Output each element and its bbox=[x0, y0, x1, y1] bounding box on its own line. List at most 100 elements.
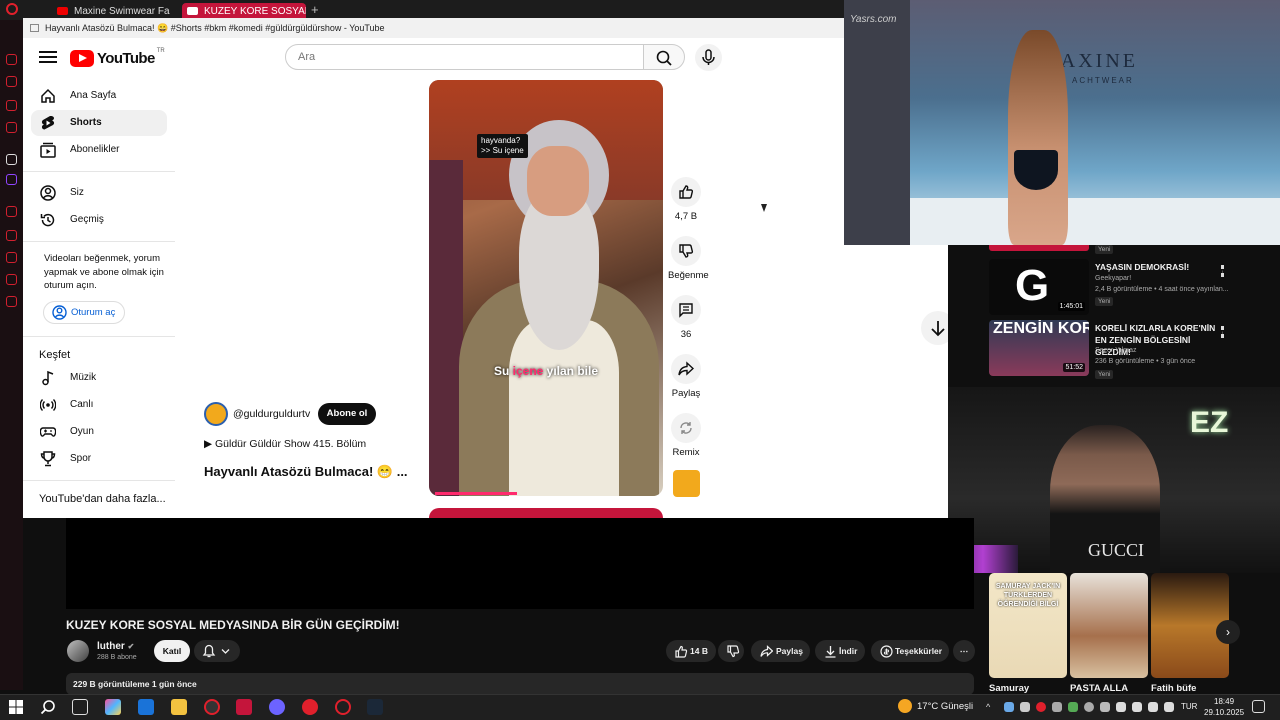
windows-start-icon[interactable] bbox=[8, 699, 24, 715]
sidebar-item-music[interactable]: Müzik bbox=[31, 365, 167, 391]
owner-channel-name[interactable]: luther ✔ bbox=[97, 641, 134, 652]
subscribe-button[interactable]: Abone ol bbox=[318, 403, 376, 425]
app-icon[interactable] bbox=[138, 699, 154, 715]
remix-button[interactable]: Remix bbox=[668, 413, 704, 458]
task-view-icon[interactable] bbox=[72, 699, 88, 715]
tray-icon[interactable] bbox=[1084, 702, 1094, 712]
like-button[interactable]: 4,7 B bbox=[668, 177, 704, 222]
sidebar-divider bbox=[23, 171, 175, 172]
next-short-button[interactable] bbox=[921, 311, 948, 345]
search-icon[interactable] bbox=[40, 699, 56, 715]
shorts-title[interactable]: Fatih büfe bbox=[1151, 683, 1196, 694]
opera-gx-icon[interactable] bbox=[204, 699, 220, 715]
share-button[interactable]: Paylaş bbox=[668, 354, 704, 399]
next-short-preview[interactable] bbox=[429, 508, 663, 518]
opera-sidebar bbox=[0, 20, 23, 690]
aria-icon[interactable] bbox=[6, 154, 17, 165]
steam-icon[interactable] bbox=[367, 699, 383, 715]
dislike-button[interactable]: Beğenme bbox=[668, 236, 709, 281]
volume-icon[interactable] bbox=[1148, 702, 1158, 712]
new-tab-button[interactable]: + bbox=[311, 2, 319, 17]
hamburger-menu-button[interactable] bbox=[39, 48, 57, 66]
tray-icon[interactable] bbox=[1020, 702, 1030, 712]
bookmarks-icon[interactable] bbox=[6, 274, 17, 285]
comments-button[interactable]: 36 bbox=[668, 295, 704, 340]
avatar[interactable] bbox=[67, 640, 89, 662]
file-explorer-icon[interactable] bbox=[171, 699, 187, 715]
history-icon[interactable] bbox=[6, 206, 17, 217]
download-button[interactable]: İndir bbox=[815, 640, 865, 662]
youtube-play-icon bbox=[70, 49, 94, 67]
microphone-icon[interactable] bbox=[1116, 702, 1126, 712]
copilot-icon[interactable] bbox=[105, 699, 121, 715]
video-share-button[interactable]: Paylaş bbox=[751, 640, 810, 662]
tray-icon[interactable] bbox=[1100, 702, 1110, 712]
sidebar-item-subscriptions[interactable]: Abonelikler bbox=[31, 137, 167, 163]
sidebar-item-shorts[interactable]: Shorts bbox=[31, 110, 167, 136]
twitch-icon[interactable] bbox=[6, 174, 17, 185]
sidebar-item-gaming[interactable]: Oyun bbox=[31, 419, 167, 445]
opera-logo-icon[interactable] bbox=[6, 3, 18, 15]
channel-name[interactable]: @guldurguldurtv bbox=[233, 408, 310, 420]
shorts-title[interactable]: PASTA ALLA bbox=[1070, 683, 1128, 694]
video-dislike-button[interactable] bbox=[718, 640, 744, 662]
more-actions-button[interactable]: ⋯ bbox=[953, 640, 975, 662]
messenger-icon[interactable] bbox=[6, 54, 17, 65]
extensions-icon[interactable] bbox=[6, 252, 17, 263]
main-video-player[interactable] bbox=[66, 518, 974, 609]
downloads-icon[interactable] bbox=[6, 230, 17, 241]
whatsapp-icon[interactable] bbox=[6, 100, 17, 111]
progress-bar[interactable] bbox=[435, 492, 518, 495]
shorts-thumbnail[interactable] bbox=[1070, 573, 1148, 678]
tray-icon[interactable] bbox=[1036, 702, 1046, 712]
sidebar-item-you[interactable]: Siz bbox=[31, 180, 167, 206]
instagram-icon[interactable] bbox=[6, 76, 17, 87]
tray-icon[interactable] bbox=[1068, 702, 1078, 712]
short-video-player[interactable]: hayvanda? >> Su içene Su içene yılan bile bbox=[429, 80, 663, 496]
signin-button[interactable]: Oturum aç bbox=[43, 301, 125, 324]
tray-icon[interactable] bbox=[1004, 702, 1014, 712]
sidebar-item-history[interactable]: Geçmiş bbox=[31, 207, 167, 233]
sidebar-item-live[interactable]: Canlı bbox=[31, 392, 167, 418]
comment-icon bbox=[679, 303, 693, 318]
notifications-button[interactable] bbox=[194, 640, 240, 662]
youtube-app-icon[interactable] bbox=[236, 699, 252, 715]
sound-thumbnail[interactable] bbox=[673, 470, 700, 497]
network-icon[interactable] bbox=[1132, 702, 1142, 712]
weather-icon[interactable] bbox=[898, 699, 912, 713]
notifications-icon[interactable] bbox=[1252, 700, 1265, 713]
opera-gx-alt-icon[interactable] bbox=[335, 699, 351, 715]
region-code: TR bbox=[156, 48, 165, 54]
video-description[interactable]: 229 B görüntüleme 1 gün önce bbox=[66, 673, 974, 695]
language-indicator[interactable]: TUR bbox=[1181, 702, 1197, 711]
shelf-next-button[interactable]: › bbox=[1216, 620, 1240, 644]
chevron-up-icon[interactable]: ^ bbox=[986, 702, 996, 712]
join-button[interactable]: Katıl bbox=[154, 640, 190, 662]
short-title[interactable]: Hayvanlı Atasözü Bulmaca! 😁 ... bbox=[204, 464, 408, 480]
search-button[interactable] bbox=[643, 44, 685, 70]
recommendation-thumbnail[interactable] bbox=[989, 245, 1089, 251]
channel-avatar[interactable] bbox=[204, 402, 228, 426]
thanks-button[interactable]: Teşekkürler bbox=[871, 640, 949, 662]
share-icon bbox=[678, 361, 694, 376]
video-like-button[interactable]: 14 B bbox=[666, 640, 716, 662]
more-options-icon[interactable] bbox=[1221, 265, 1224, 277]
opera-icon[interactable] bbox=[302, 699, 318, 715]
voice-search-button[interactable] bbox=[695, 44, 722, 71]
shorts-title[interactable]: Samuray bbox=[989, 683, 1029, 694]
discord-icon[interactable] bbox=[269, 699, 285, 715]
recommendation-channel: Geekyapar! bbox=[1095, 275, 1132, 282]
clock[interactable]: 18:49 29.10.2025 bbox=[1204, 696, 1244, 718]
more-options-icon[interactable] bbox=[1221, 326, 1224, 338]
settings-icon[interactable] bbox=[6, 296, 17, 307]
weather-text[interactable]: 17°C Güneşli bbox=[917, 701, 973, 712]
battery-icon[interactable] bbox=[1164, 702, 1174, 712]
youtube-logo[interactable]: YouTube TR bbox=[70, 48, 165, 67]
sidebar-item-sports[interactable]: Spor bbox=[31, 446, 167, 472]
tray-icon[interactable] bbox=[1052, 702, 1062, 712]
runway-video-side bbox=[844, 0, 910, 245]
playlist-link[interactable]: ▶ Güldür Güldür Show 415. Bölüm bbox=[204, 438, 366, 450]
sidebar-item-home[interactable]: Ana Sayfa bbox=[31, 83, 167, 109]
search-input[interactable]: Ara bbox=[285, 44, 644, 70]
player-icon[interactable] bbox=[6, 122, 17, 133]
